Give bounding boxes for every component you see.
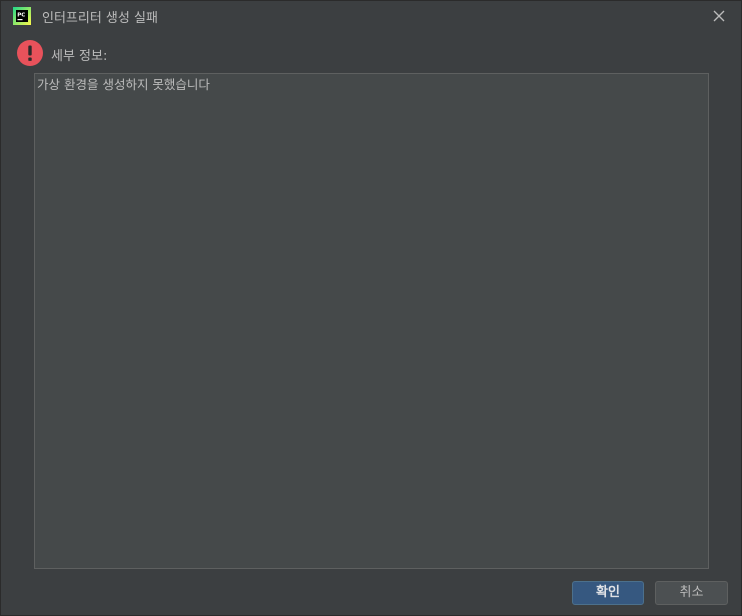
cancel-button[interactable]: 취소: [655, 581, 728, 605]
ok-button[interactable]: 확인: [572, 581, 644, 605]
error-icon: [17, 40, 43, 66]
svg-text:PC: PC: [17, 13, 25, 19]
title-bar[interactable]: PC 인터프리터 생성 실패: [1, 1, 741, 31]
details-text: 가상 환경을 생성하지 못했습니다: [37, 77, 210, 92]
details-label: 세부 정보:: [51, 49, 108, 64]
pycharm-icon: PC: [13, 7, 31, 25]
window-title: 인터프리터 생성 실패: [42, 11, 158, 26]
error-dialog: PC 인터프리터 생성 실패 세부 정보: 가상 환경을 생성하지 못했습니다 …: [0, 0, 742, 616]
details-text-area[interactable]: 가상 환경을 생성하지 못했습니다: [34, 73, 709, 569]
close-icon[interactable]: [709, 6, 729, 26]
